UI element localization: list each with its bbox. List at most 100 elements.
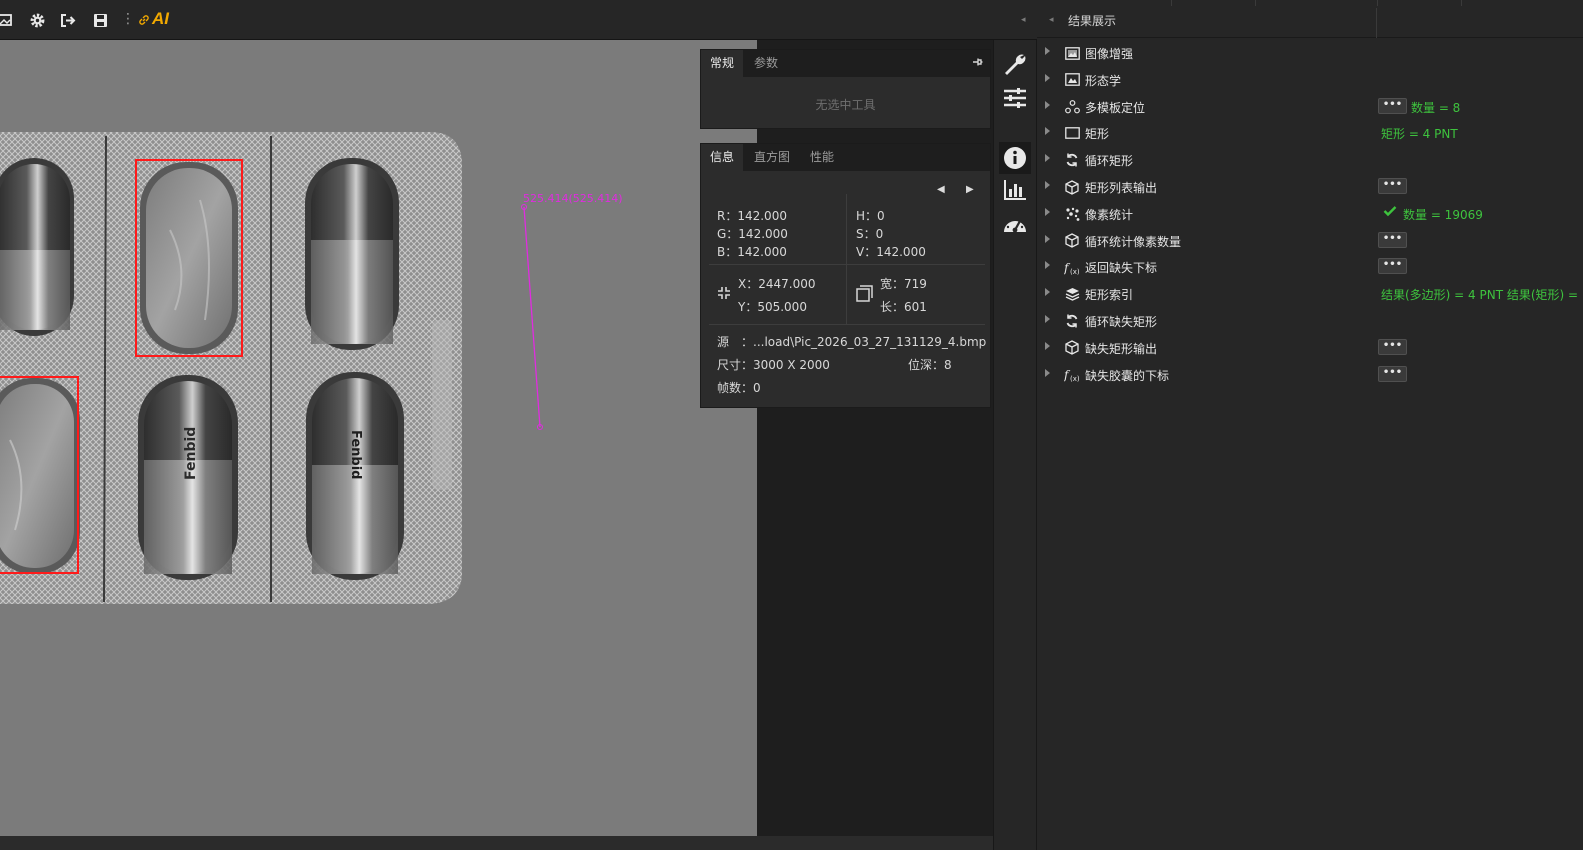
prev-arrow-icon[interactable]: ◀ xyxy=(937,184,945,195)
pixel-s: S：0 xyxy=(856,227,884,241)
more-button[interactable]: ••• xyxy=(1378,97,1407,114)
morphology-icon xyxy=(1064,72,1080,88)
result-row[interactable]: 循环矩形 xyxy=(1037,147,1583,173)
tab-performance[interactable]: 性能 xyxy=(801,144,843,171)
more-button[interactable]: ••• xyxy=(1378,178,1407,194)
result-row-label: 矩形列表输出 xyxy=(1085,181,1158,195)
svg-text:(x): (x) xyxy=(1070,268,1080,275)
info-panel-tabs: 信息 直方图 性能 xyxy=(701,144,990,171)
result-row-label: 循环缺失矩形 xyxy=(1085,315,1158,329)
result-row[interactable]: 矩形列表输出 ••• xyxy=(1037,174,1583,200)
pixel-g: G：142.000 xyxy=(717,227,788,241)
expand-arrow-icon[interactable] xyxy=(1045,181,1050,189)
empty-pocket-top xyxy=(140,162,238,354)
pin-icon[interactable] xyxy=(972,57,983,70)
expand-arrow-icon[interactable] xyxy=(1045,234,1050,243)
cube-icon xyxy=(1064,179,1080,195)
histogram-chart-icon[interactable] xyxy=(999,174,1031,206)
more-button[interactable]: ••• xyxy=(1378,231,1407,248)
result-row[interactable]: 矩形索引 结果(多边形) = 4 PNT 结果(矩形) = xyxy=(1037,281,1583,307)
performance-gauge-icon[interactable] xyxy=(999,208,1031,240)
capsule-top-left xyxy=(0,158,74,336)
result-row[interactable]: 像素统计 数量 = 19069 xyxy=(1037,201,1583,227)
result-value: 数量 = 8 xyxy=(1411,100,1461,115)
expand-arrow-icon[interactable] xyxy=(1045,368,1050,377)
result-row[interactable]: 循环统计像素数量 ••• xyxy=(1037,228,1583,254)
expand-arrow-icon[interactable] xyxy=(1045,207,1050,216)
image-size: 尺寸：3000 X 2000 xyxy=(717,358,830,372)
pixel-h: H：0 xyxy=(856,209,885,223)
results-header: ◂ 结果展示 xyxy=(1037,0,1583,38)
image-canvas[interactable]: Fenbid Fenbid 525.414(525.414) xyxy=(0,40,757,836)
expand-arrow-icon[interactable] xyxy=(1045,127,1050,136)
pixel-stats-icon xyxy=(1064,206,1080,222)
result-row-label: 缺失矩形输出 xyxy=(1085,341,1158,356)
collapse-left-icon[interactable]: ◂ xyxy=(1021,15,1026,25)
expand-arrow-icon[interactable] xyxy=(1045,315,1050,323)
svg-text:Fenbid: Fenbid xyxy=(348,430,363,480)
expand-arrow-icon[interactable] xyxy=(1045,47,1050,55)
link-icon xyxy=(138,11,150,29)
expand-arrow-icon[interactable] xyxy=(1045,154,1050,163)
result-row[interactable]: 形态学 xyxy=(1037,67,1583,93)
result-row[interactable]: 图像增强 xyxy=(1037,40,1583,66)
tab-histogram[interactable]: 直方图 xyxy=(745,144,799,171)
image-enhance-icon xyxy=(1064,45,1080,61)
info-panel: 信息 直方图 性能 ◀ ▶ R：142.000 G：142.000 B：142.… xyxy=(700,143,991,408)
image-width: 宽：719 xyxy=(880,277,927,291)
svg-text:(x): (x) xyxy=(1070,375,1080,382)
image-viewer[interactable]: Fenbid Fenbid 525.414(525.414) xyxy=(0,40,757,836)
expand-arrow-icon[interactable] xyxy=(1045,341,1050,350)
wrench-icon[interactable] xyxy=(999,48,1031,80)
tab-params[interactable]: 参数 xyxy=(745,50,787,77)
pixel-r: R：142.000 xyxy=(717,209,787,223)
save-icon[interactable] xyxy=(91,11,109,29)
result-row[interactable]: 矩形 矩形 = 4 PNT xyxy=(1037,120,1583,146)
cube-icon xyxy=(1064,340,1080,356)
image-depth: 位深：8 xyxy=(908,358,952,372)
svg-text:Fenbid: Fenbid xyxy=(183,427,199,480)
expand-arrow-icon[interactable] xyxy=(1045,288,1050,297)
result-row-label: 形态学 xyxy=(1085,73,1122,88)
result-row[interactable]: f (x) 缺失胶囊的下标 ••• xyxy=(1037,362,1583,388)
frame-count: 帧数：0 xyxy=(717,381,761,395)
tool-panel-tabs: 常规 参数 xyxy=(701,50,990,77)
result-row[interactable]: 缺失矩形输出 ••• xyxy=(1037,335,1583,361)
function-icon: f (x) xyxy=(1064,259,1080,275)
sliders-icon[interactable] xyxy=(999,82,1031,114)
results-panel: ◂ 结果展示 图像增强 形态学 多模板定位 ••• 数量 = 8 矩形 矩形 = 4 PNT… xyxy=(1037,0,1583,850)
export-icon[interactable] xyxy=(59,11,77,29)
settings-gear-icon[interactable] xyxy=(28,11,46,29)
image-length: 长：601 xyxy=(880,300,927,314)
function-icon: f (x) xyxy=(1064,367,1080,383)
tab-general[interactable]: 常规 xyxy=(701,50,744,77)
info-circle-icon[interactable] xyxy=(999,142,1031,174)
coord-y: Y：505.000 xyxy=(738,300,807,314)
result-value: 结果(多边形) = 4 PNT 结果(矩形) = xyxy=(1381,288,1579,303)
size-box-icon xyxy=(856,285,873,305)
capsule-bottom-middle: Fenbid xyxy=(138,375,238,580)
ai-button[interactable]: AI xyxy=(152,9,169,29)
more-button[interactable]: ••• xyxy=(1378,258,1407,275)
image-source: 源 ：...load\Pic_2026_03_27_131129_4.bmp xyxy=(717,335,987,349)
more-button[interactable]: ••• xyxy=(1378,338,1407,355)
capsule-bottom-right: Fenbid xyxy=(306,372,404,580)
result-row[interactable]: 循环缺失矩形 xyxy=(1037,308,1583,334)
results-title: 结果展示 xyxy=(1068,14,1117,28)
measure-label: 525.414(525.414) xyxy=(523,192,623,205)
cube-icon xyxy=(1064,233,1080,249)
check-icon xyxy=(1383,205,1397,221)
tab-info[interactable]: 信息 xyxy=(701,144,744,171)
image-icon[interactable] xyxy=(0,11,14,29)
pixel-v: V：142.000 xyxy=(856,245,926,259)
result-row[interactable]: f (x) 返回缺失下标 ••• xyxy=(1037,254,1583,280)
expand-arrow-icon[interactable] xyxy=(1045,73,1050,82)
expand-arrow-icon[interactable] xyxy=(1045,261,1050,270)
next-arrow-icon[interactable]: ▶ xyxy=(966,184,974,195)
result-row-label: 图像增强 xyxy=(1085,47,1134,61)
expand-arrow-icon[interactable] xyxy=(1045,100,1050,109)
more-button[interactable]: ••• xyxy=(1378,365,1407,382)
pixel-b: B：142.000 xyxy=(717,245,787,259)
collapse-results-icon[interactable]: ◂ xyxy=(1049,15,1054,25)
result-row[interactable]: 多模板定位 ••• 数量 = 8 xyxy=(1037,94,1583,120)
